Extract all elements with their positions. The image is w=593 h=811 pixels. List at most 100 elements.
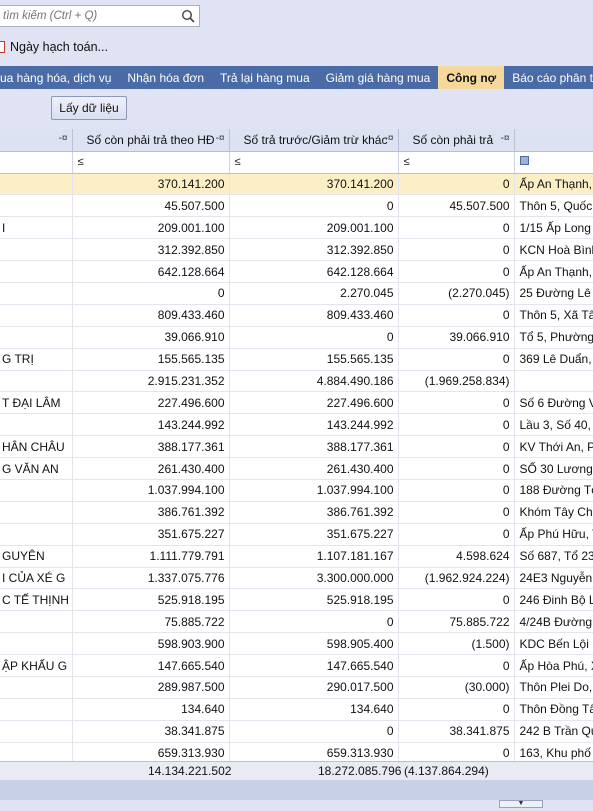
cell-name[interactable]: HÂN CHÂU — [0, 435, 73, 459]
cell-invoice-payable[interactable]: 289.987.500 — [72, 676, 230, 699]
cell-invoice-payable[interactable]: 642.128.664 — [72, 260, 230, 283]
cell-address[interactable]: 188 Đường Tô — [514, 479, 593, 502]
cell-address[interactable]: 4/24B Đường 10 — [514, 610, 593, 634]
pin-icon[interactable]: -¤ — [216, 133, 225, 144]
table-row[interactable]: GUYÊN 1.111.779.791 1.107.181.167 4.598.624… — [0, 545, 593, 568]
cell-invoice-payable[interactable]: 155.565.135 — [72, 348, 230, 371]
cell-prepaid[interactable]: 134.640 — [229, 698, 399, 721]
cell-name[interactable]: I CỦA XÉ G — [0, 567, 73, 590]
cell-remaining[interactable]: (1.962.924.224) — [398, 567, 515, 590]
table-row[interactable]: C TẾ THỊNH 525.918.195 525.918.195 0 246 Đin… — [0, 588, 593, 612]
cell-invoice-payable[interactable]: 45.507.500 — [72, 194, 230, 218]
cell-address[interactable]: Ấp An Thạnh, x — [514, 260, 593, 283]
cell-prepaid[interactable]: 209.001.100 — [229, 216, 399, 240]
cell-remaining[interactable]: 0 — [398, 304, 515, 327]
cell-name[interactable] — [0, 173, 73, 196]
cell-address[interactable]: KCN Hoà Bình, — [514, 238, 593, 262]
cell-prepaid[interactable]: 809.433.460 — [229, 304, 399, 327]
cell-invoice-payable[interactable]: 388.177.361 — [72, 435, 230, 459]
cell-prepaid[interactable]: 312.392.850 — [229, 238, 399, 262]
cell-name[interactable] — [0, 370, 73, 393]
filter-cell-remaining[interactable]: ≤ — [398, 151, 515, 174]
cell-address[interactable]: Thôn 5, Quốc — [514, 194, 593, 218]
cell-name[interactable]: ẬP KHẨU G — [0, 654, 73, 677]
cell-invoice-payable[interactable]: 2.915.231.352 — [72, 370, 230, 393]
table-row[interactable]: 02.270.045(2.270.045)25 Đường Lê Q — [0, 282, 593, 305]
cell-remaining[interactable]: 4.598.624 — [398, 545, 515, 568]
cell-invoice-payable[interactable]: 809.433.460 — [72, 304, 230, 327]
cell-address[interactable]: 24E3 Nguyễn T — [514, 567, 593, 590]
get-data-button[interactable]: Lấy dữ liệu — [51, 96, 127, 120]
filter-cell-name[interactable] — [0, 151, 73, 174]
cell-address[interactable]: Số 6 Đường Võ — [514, 391, 593, 415]
cell-name[interactable]: G TRỊ — [0, 348, 73, 371]
cell-name[interactable] — [0, 698, 73, 721]
cell-remaining[interactable]: 0 — [398, 479, 515, 502]
table-row[interactable]: 45.507.500 0 45.507.500 Thôn 5, Quốc — [0, 194, 593, 218]
cell-address[interactable]: Ấp Phú Hữu, T — [514, 523, 593, 546]
cell-name[interactable]: G VĂN AN — [0, 457, 73, 480]
cell-remaining[interactable]: 0 — [398, 654, 515, 677]
cell-remaining[interactable]: (2.270.045) — [398, 282, 515, 305]
cell-name[interactable] — [0, 501, 73, 524]
cell-name[interactable] — [0, 610, 73, 634]
tab-purchase-goods[interactable]: ua hàng hóa, dịch vụ — [0, 66, 119, 89]
cell-remaining[interactable]: 75.885.722 — [398, 610, 515, 634]
table-row[interactable]: 351.675.227 351.675.227 0 Ấp Phú Hữu, T — [0, 523, 593, 546]
cell-address[interactable]: Số 687, Tổ 23, — [514, 545, 593, 568]
cell-invoice-payable[interactable]: 1.037.994.100 — [72, 479, 230, 502]
cell-address[interactable]: Thôn Plei Do, X — [514, 676, 593, 699]
cell-invoice-payable[interactable]: 1.111.779.791 — [72, 545, 230, 568]
cell-prepaid[interactable]: 0 — [229, 194, 399, 218]
cell-prepaid[interactable]: 147.665.540 — [229, 654, 399, 677]
cell-invoice-payable[interactable]: 1.337.075.776 — [72, 567, 230, 590]
cell-name[interactable] — [0, 632, 73, 656]
cell-address[interactable]: KDC Bến Lội La — [514, 632, 593, 656]
table-row[interactable]: 386.761.392386.761.3920Khóm Tây Chín — [0, 501, 593, 524]
cell-name[interactable]: GUYÊN — [0, 545, 73, 568]
cell-name[interactable]: I — [0, 216, 73, 240]
cell-name[interactable] — [0, 720, 73, 743]
pin-icon[interactable]: -¤ — [385, 133, 394, 144]
table-row[interactable]: 143.244.992143.244.9920Lầu 3, Số 40, Đ — [0, 413, 593, 437]
col-header-name[interactable]: -¤ — [0, 129, 73, 152]
horizontal-scrollbar[interactable] — [0, 780, 593, 800]
cell-name[interactable] — [0, 326, 73, 349]
cell-address[interactable]: 242 B Trần Quy — [514, 720, 593, 743]
cell-invoice-payable[interactable]: 370.141.200 — [72, 173, 230, 196]
cell-prepaid[interactable]: 370.141.200 — [229, 173, 399, 196]
cell-invoice-payable[interactable]: 75.885.722 — [72, 610, 230, 634]
table-row[interactable]: 642.128.664642.128.6640Ấp An Thạnh, x — [0, 260, 593, 283]
cell-address[interactable]: Thôn 5, Xã Tâ — [514, 304, 593, 327]
table-row[interactable]: 1.037.994.100 1.037.994.100 0 188 Đường Tô — [0, 479, 593, 502]
cell-invoice-payable[interactable]: 386.761.392 — [72, 501, 230, 524]
table-row[interactable]: I209.001.100209.001.10001/15 Ấp Long T — [0, 216, 593, 240]
cell-address[interactable]: Khóm Tây Chín — [514, 501, 593, 524]
cell-prepaid[interactable]: 0 — [229, 610, 399, 634]
cell-invoice-payable[interactable]: 39.066.910 — [72, 326, 230, 349]
cell-remaining[interactable]: 45.507.500 — [398, 194, 515, 218]
cell-address[interactable]: Tổ 5, Phường L — [514, 326, 593, 349]
table-row[interactable]: 809.433.460 809.433.460 0 Thôn 5, Xã Tâ — [0, 304, 593, 327]
cell-name[interactable] — [0, 523, 73, 546]
cell-prepaid[interactable]: 388.177.361 — [229, 435, 399, 459]
table-row[interactable]: 2.915.231.352 4.884.490.186 (1.969.258.834… — [0, 370, 593, 393]
cell-remaining[interactable]: 0 — [398, 501, 515, 524]
cell-remaining[interactable]: 38.341.875 — [398, 720, 515, 743]
tab-purchase-discount[interactable]: Giảm giá hàng mua — [318, 66, 439, 89]
pin-icon[interactable]: -¤ — [501, 133, 510, 144]
cell-name[interactable] — [0, 676, 73, 699]
cell-address[interactable]: SỐ 30 Lương V — [514, 457, 593, 480]
tab-debt[interactable]: Công nợ — [438, 66, 505, 89]
cell-invoice-payable[interactable]: 312.392.850 — [72, 238, 230, 262]
cell-name[interactable]: T ĐẠI LÂM — [0, 391, 73, 415]
table-row[interactable]: HÂN CHÂU 388.177.361 388.177.361 0 KV Thới A… — [0, 435, 593, 459]
filter-cell-address[interactable] — [514, 151, 593, 174]
cell-prepaid[interactable]: 4.884.490.186 — [229, 370, 399, 393]
cell-prepaid[interactable]: 227.496.600 — [229, 391, 399, 415]
cell-name[interactable]: C TẾ THỊNH — [0, 588, 73, 612]
col-header-address[interactable] — [514, 129, 593, 152]
cell-name[interactable] — [0, 479, 73, 502]
tab-analysis-report[interactable]: Báo cáo phân tích — [504, 66, 593, 89]
table-row[interactable]: 38.341.875038.341.875242 B Trần Quy — [0, 720, 593, 743]
